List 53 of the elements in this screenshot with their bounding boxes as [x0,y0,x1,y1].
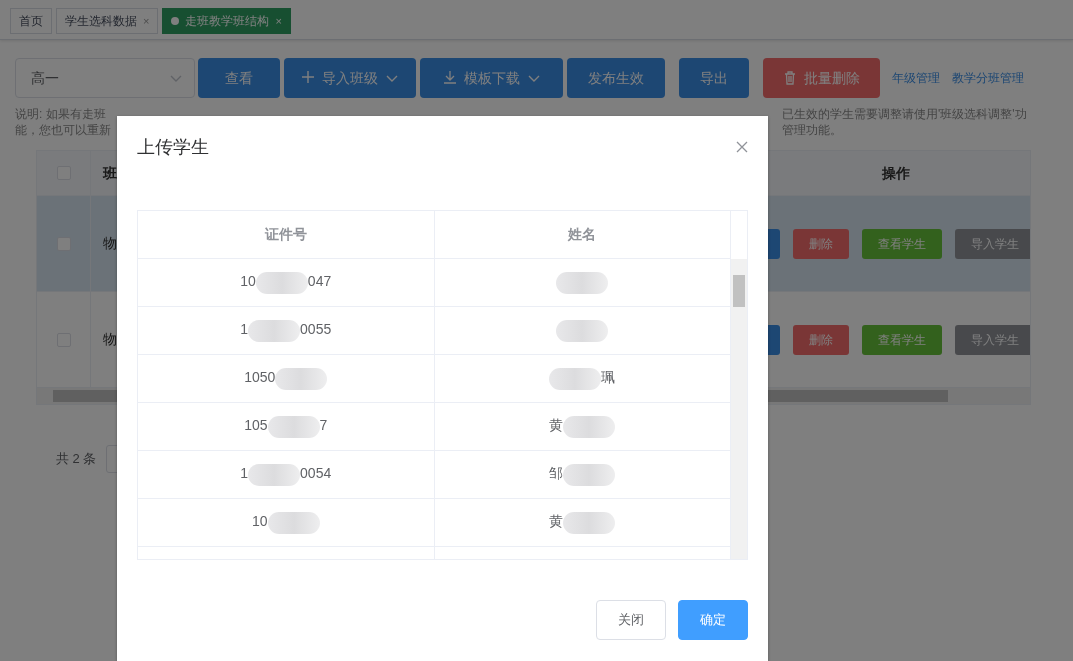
dialog-title: 上传学生 [137,135,209,159]
action-button[interactable]: 删除 [793,324,849,355]
vertical-scrollbar[interactable] [731,259,747,559]
trash-icon [783,71,796,85]
grade-select[interactable]: 高一 [15,58,195,98]
table-cell: 10 047 [240,271,332,294]
table-cell-text: 物 [103,330,117,349]
table-cell: 珮 [549,367,616,390]
plus-icon [302,71,314,85]
toolbar-button[interactable]: 导入班级 [284,58,416,98]
table-cell: 黄 [549,415,616,438]
tab-label: 走班教学班结构 [185,13,270,30]
tab-label: 学生选科数据 [65,13,137,30]
toolbar-button[interactable]: 查看 [198,58,280,98]
action-button[interactable]: 删除 [793,228,849,259]
column-header: 操作 [882,164,910,181]
column-header: 班 [103,163,117,183]
table-cell: 1 0054 [240,463,332,486]
select-value: 高一 [31,68,59,88]
download-icon [443,71,456,85]
table-cell: 邹 [549,463,616,486]
active-dot-icon [171,17,180,25]
column-header: 证件号 [138,211,435,258]
table-cell: 105 7 [244,415,328,438]
table-cell [556,319,609,342]
table-cell [556,271,609,294]
column-header: 姓名 [434,211,731,258]
caret-icon [386,74,398,82]
action-button[interactable]: 查看学生 [862,228,942,259]
total-count: 共 2 条 [56,450,97,469]
link[interactable]: 年级管理 [892,69,940,87]
link[interactable]: 教学分班管理 [952,69,1024,87]
table-cell: 黄 [549,511,616,534]
close-icon [736,141,748,153]
action-button[interactable]: 查看学生 [862,324,942,355]
table-cell-text: 物 [103,234,117,253]
table-cell: 10 [251,511,320,534]
caret-icon [527,74,540,82]
table-cell: 1050 [244,367,328,390]
toolbar-button[interactable]: 模板下载 [420,58,563,98]
tab-label: 首页 [19,13,43,30]
dialog-button[interactable]: 确定 [678,600,748,640]
dialog-button[interactable]: 关闭 [596,600,666,640]
tab[interactable]: 学生选科数据 × [56,8,159,34]
close-icon[interactable]: × [275,12,282,30]
tab[interactable]: 首页 [10,8,52,34]
caret-icon [170,74,182,82]
toolbar-button[interactable]: 导出 [679,58,749,98]
table-cell: 1 0055 [240,319,332,342]
tab[interactable]: 走班教学班结构 × [162,8,291,34]
close-icon[interactable]: × [143,12,150,30]
toolbar-button[interactable]: 发布生效 [567,58,665,98]
toolbar-button[interactable]: 批量删除 [763,58,880,98]
